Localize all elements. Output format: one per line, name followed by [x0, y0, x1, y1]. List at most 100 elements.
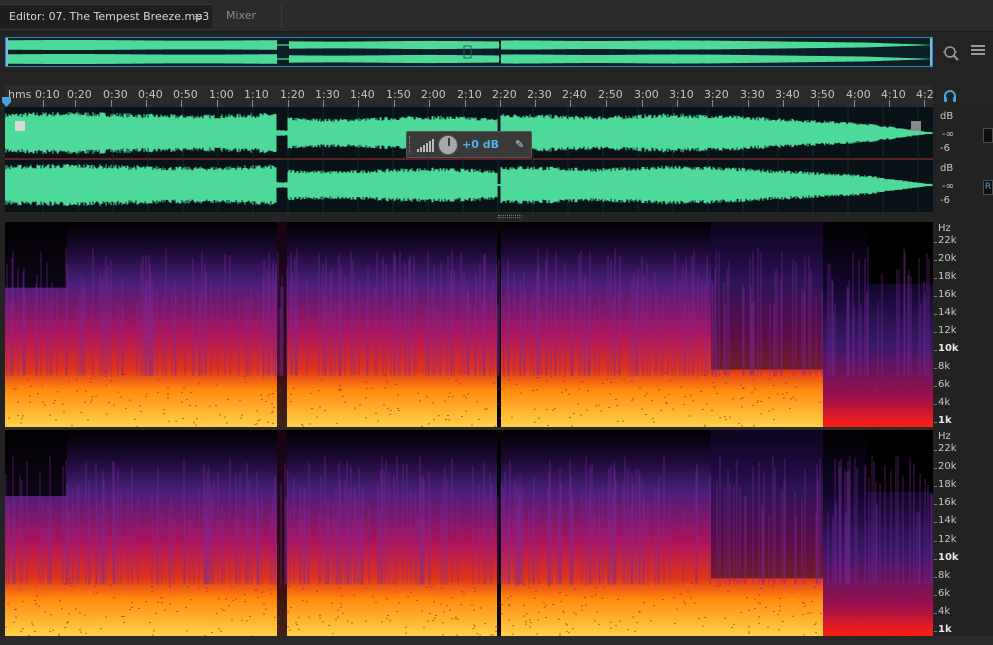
- ruler-tick: [288, 100, 289, 107]
- hz-tick: [934, 422, 937, 423]
- db-minus6-ch1: -6: [940, 143, 950, 154]
- hz-tick: [934, 386, 937, 387]
- hz-tick: [934, 242, 937, 243]
- ruler-label: 1:30: [315, 88, 340, 101]
- hz-tick: [934, 504, 937, 506]
- db-label-ch2: dB: [940, 163, 954, 174]
- hz-label: 1k: [938, 415, 952, 426]
- db-inf-ch1: -∞: [942, 129, 954, 140]
- tab-menu-icon[interactable]: ≡: [194, 5, 206, 29]
- ruler-tick: [677, 100, 678, 107]
- hz-label: 4k: [938, 397, 951, 408]
- gain-value[interactable]: +0 dB: [462, 138, 499, 151]
- channel1-toggle[interactable]: [983, 128, 993, 143]
- bottom-scrollbar[interactable]: [0, 636, 993, 645]
- ruler-tick: [394, 100, 395, 107]
- hz-tick: [934, 631, 937, 632]
- view-splitter[interactable]: [5, 212, 933, 222]
- hz-tick: [934, 278, 937, 279]
- ruler-label: 2:00: [421, 88, 446, 101]
- hz-label: 14k: [938, 307, 957, 318]
- ruler-tick: [429, 100, 430, 107]
- ruler-tick: [889, 100, 890, 107]
- ruler-tick: [465, 100, 466, 107]
- ruler-label: 4:10: [881, 88, 906, 101]
- time-ruler[interactable]: hms 0:10 0:20 0:30 0:40 0:50 1:00 1:10 1:20 1:30…: [5, 85, 934, 107]
- hz-label: 22k: [938, 235, 957, 246]
- pin-icon[interactable]: ✎: [515, 138, 524, 151]
- ruler-label: 0:50: [173, 88, 198, 101]
- tab-mixer[interactable]: Mixer: [214, 4, 282, 28]
- frequency-scale-ch1: Hz 22k 20k 18k 16k 14k 12k 10k 8k 6k 4k 1k: [934, 222, 993, 427]
- ruler-label: 2:10: [457, 88, 482, 101]
- hz-label: 6k: [938, 379, 951, 390]
- overview-navigator[interactable]: [5, 37, 933, 67]
- ruler-tick: [181, 100, 182, 107]
- hz-tick: [934, 368, 937, 369]
- ruler-tick: [818, 100, 819, 107]
- magnifier-zoom-icon[interactable]: [942, 44, 960, 62]
- hz-tick: [934, 332, 937, 333]
- ruler-tick: [924, 100, 925, 107]
- hz-tick: [934, 540, 937, 542]
- spectral-display-ch2[interactable]: [5, 430, 933, 636]
- hz-label: 18k: [938, 271, 957, 282]
- gain-knob[interactable]: [438, 135, 458, 155]
- waveform-channels: [5, 107, 933, 212]
- hz-label: 20k: [938, 253, 957, 264]
- list-icon[interactable]: [970, 44, 986, 58]
- hz-tick: [934, 260, 937, 261]
- hz-tick: [934, 450, 937, 451]
- hz-tick: [934, 314, 937, 315]
- hz-label: 8k: [938, 361, 951, 372]
- spectrogram-ch1: [5, 222, 933, 427]
- tab-mixer-label: Mixer: [226, 9, 257, 22]
- tab-editor[interactable]: Editor: 07. The Tempest Breeze.mp3 ≡: [0, 4, 212, 28]
- ruler-label: 1:00: [209, 88, 234, 101]
- ruler-label: 1:40: [350, 88, 375, 101]
- channel2-toggle[interactable]: R: [983, 180, 993, 195]
- tab-editor-label: Editor: 07. The Tempest Breeze.mp3: [9, 10, 210, 23]
- hz-tick: [934, 468, 937, 470]
- ruler-label: 2:30: [527, 88, 552, 101]
- hz-label: 10k: [938, 551, 959, 563]
- hz-unit-label: Hz: [938, 431, 951, 442]
- waveform-display[interactable]: [5, 107, 933, 212]
- gain-hud[interactable]: +0 dB ✎: [406, 131, 532, 158]
- hud-grip-icon[interactable]: [409, 136, 412, 154]
- hz-label: 6k: [938, 587, 951, 599]
- ruler-label: 0:40: [138, 88, 163, 101]
- db-label-ch1: dB: [940, 111, 954, 122]
- hz-label: 4k: [938, 605, 951, 617]
- hz-tick: [934, 612, 937, 614]
- hz-label: 16k: [938, 289, 957, 300]
- ruler-tick: [252, 100, 253, 107]
- spectral-display-ch1[interactable]: [5, 222, 933, 427]
- ruler-label: 2:50: [598, 88, 623, 101]
- amplitude-scale: dB -∞ -6 dB -∞ -6: [934, 107, 993, 212]
- volume-bars-icon: [417, 139, 434, 152]
- ruler-tick: [323, 100, 324, 107]
- hz-label: 20k: [938, 461, 957, 473]
- hz-label: 22k: [938, 443, 957, 454]
- ruler-tick: [606, 100, 607, 107]
- headphones-icon[interactable]: [943, 89, 957, 103]
- ruler-label: 3:00: [634, 88, 659, 101]
- splitter-grip-icon[interactable]: [498, 215, 522, 218]
- hz-label: 10k: [938, 343, 959, 354]
- playhead-marker-icon[interactable]: [2, 97, 11, 107]
- ruler-tick: [217, 100, 218, 107]
- hz-tick: [934, 486, 937, 488]
- ruler-label: 2:40: [562, 88, 587, 101]
- hz-tick: [934, 350, 937, 351]
- ruler-tick: [358, 100, 359, 107]
- hz-tick: [934, 296, 937, 297]
- db-inf-ch2: -∞: [942, 181, 954, 192]
- ruler-tick: [146, 100, 147, 107]
- hz-label: 16k: [938, 497, 957, 509]
- ruler-label: 3:40: [775, 88, 800, 101]
- hz-tick: [934, 558, 937, 560]
- hz-label: 12k: [938, 325, 957, 336]
- ruler-tick: [111, 100, 112, 107]
- hz-unit-label: Hz: [938, 223, 951, 234]
